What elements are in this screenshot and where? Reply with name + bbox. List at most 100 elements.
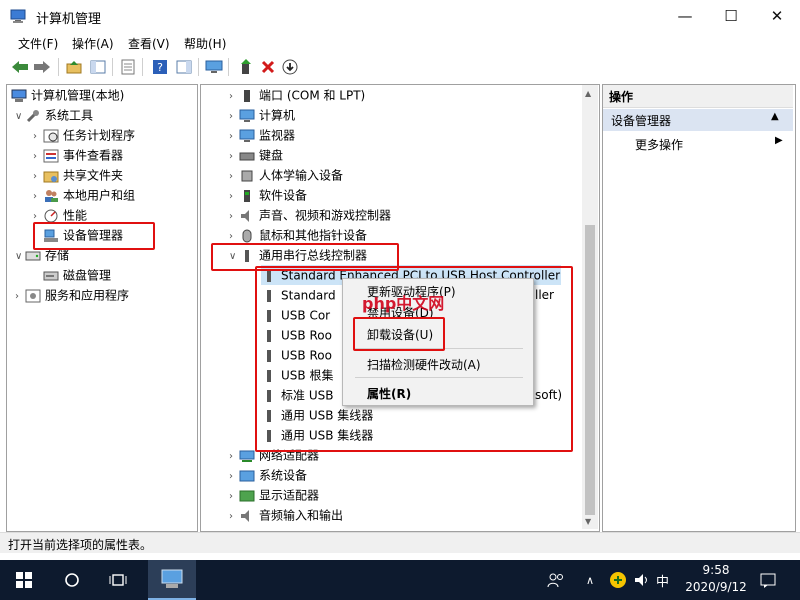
menu-action[interactable]: 操作(A) — [72, 35, 114, 52]
taskbar-app-computer-management[interactable] — [148, 560, 196, 600]
device-category-ports[interactable]: › 端口 (COM 和 LPT) — [229, 85, 365, 105]
usb-device-row[interactable]: USB Roo — [261, 345, 332, 365]
device-category-display[interactable]: › 显示适配器 — [229, 485, 319, 505]
tree-item-event-viewer[interactable]: › 事件查看器 — [33, 145, 123, 165]
scroll-down-icon[interactable]: ▼ — [585, 517, 591, 526]
up-folder-icon[interactable] — [64, 57, 84, 77]
device-category-system[interactable]: › 系统设备 — [229, 465, 307, 485]
uninstall-icon[interactable] — [258, 57, 278, 77]
action-center-icon[interactable] — [756, 568, 780, 592]
back-icon[interactable] — [10, 57, 30, 77]
scrollbar-thumb[interactable] — [585, 225, 595, 515]
collapsed-chevron-icon[interactable]: › — [229, 207, 239, 227]
device-label: 通用串行总线控制器 — [259, 248, 368, 263]
search-circle-icon[interactable] — [60, 568, 84, 592]
tree-item-storage[interactable]: ∨ 存储 — [15, 245, 69, 265]
minimize-button[interactable]: — — [662, 0, 708, 32]
vertical-scrollbar[interactable]: ▲ ▼ — [582, 85, 598, 529]
device-category-audio-io[interactable]: › 音频输入和输出 — [229, 505, 343, 525]
menu-properties[interactable]: 属性(R) — [367, 385, 411, 402]
device-category-mouse[interactable]: › 鼠标和其他指针设备 — [229, 225, 367, 245]
menu-scan-hardware[interactable]: 扫描检测硬件改动(A) — [367, 356, 481, 373]
show-hidden-icons-icon[interactable]: ∧ — [578, 568, 602, 592]
usb-device-row[interactable]: Standard — [261, 285, 336, 305]
tree-item-disk-management[interactable]: 磁盘管理 — [43, 265, 111, 285]
expanded-chevron-icon[interactable]: ∨ — [15, 247, 25, 267]
monitor-icon[interactable] — [204, 57, 224, 77]
close-button[interactable]: ✕ — [754, 0, 800, 32]
device-category-sound[interactable]: › 声音、视频和游戏控制器 — [229, 205, 391, 225]
device-category-keyboard[interactable]: › 键盘 — [229, 145, 283, 165]
collapsed-chevron-icon[interactable]: › — [229, 487, 239, 507]
collapsed-chevron-icon[interactable]: › — [229, 167, 239, 187]
collapsed-chevron-icon[interactable]: › — [229, 227, 239, 247]
tree-item-performance[interactable]: › 性能 — [33, 205, 87, 225]
device-category-software[interactable]: › 软件设备 — [229, 185, 307, 205]
tree-item-services[interactable]: › 服务和应用程序 — [15, 285, 129, 305]
expanded-chevron-icon[interactable]: ∨ — [15, 107, 25, 127]
collapse-up-icon[interactable]: ▲ — [771, 111, 779, 122]
actions-group-device-manager[interactable]: 设备管理器 ▲ — [603, 109, 793, 131]
collapsed-chevron-icon[interactable]: › — [229, 187, 239, 207]
collapsed-chevron-icon[interactable]: › — [229, 87, 239, 107]
collapsed-chevron-icon[interactable]: › — [229, 467, 239, 487]
collapsed-chevron-icon[interactable]: › — [229, 127, 239, 147]
forward-icon[interactable] — [32, 57, 52, 77]
tree-item-system-tools[interactable]: ∨ 系统工具 — [15, 105, 93, 125]
properties-icon[interactable] — [118, 57, 138, 77]
clock-time[interactable]: 9:58 — [686, 563, 746, 577]
tree-item-shared-folders[interactable]: › 共享文件夹 — [33, 165, 123, 185]
console-tree-pane: 计算机管理(本地) ∨ 系统工具 › 任务计划程序 › 事件查看器 › 共享文件夹 › 本… — [6, 84, 198, 532]
collapsed-chevron-icon[interactable]: › — [33, 147, 43, 167]
people-icon[interactable] — [544, 568, 568, 592]
tree-item-local-users[interactable]: › 本地用户和组 — [33, 185, 135, 205]
scroll-up-icon[interactable]: ▲ — [585, 89, 591, 98]
collapsed-chevron-icon[interactable]: › — [229, 447, 239, 467]
device-category-monitor[interactable]: › 监视器 — [229, 125, 295, 145]
download-icon[interactable] — [280, 57, 300, 77]
collapsed-chevron-icon[interactable]: › — [33, 207, 43, 227]
network-adapter-icon — [239, 450, 255, 462]
collapsed-chevron-icon[interactable]: › — [33, 127, 43, 147]
hid-icon — [241, 170, 253, 181]
ime-language[interactable]: 中 — [656, 571, 669, 590]
device-category-computer[interactable]: › 计算机 — [229, 105, 295, 125]
tree-item-device-manager[interactable]: 设备管理器 — [43, 225, 123, 245]
collapsed-chevron-icon[interactable]: › — [229, 107, 239, 127]
clock-date[interactable]: 2020/9/12 — [680, 580, 752, 594]
device-label: USB Roo — [281, 328, 332, 343]
device-category-network[interactable]: › 网络适配器 — [229, 445, 319, 465]
device-category-usb[interactable]: ∨ 通用串行总线控制器 — [229, 245, 367, 265]
windows-start-icon[interactable] — [12, 568, 36, 592]
collapsed-chevron-icon[interactable]: › — [15, 287, 25, 307]
usb-device-row[interactable]: USB Cor — [261, 305, 330, 325]
tree-item-root[interactable]: 计算机管理(本地) — [11, 85, 124, 105]
update-driver-icon[interactable] — [236, 57, 256, 77]
menu-help[interactable]: 帮助(H) — [184, 35, 226, 52]
action-pane-icon[interactable] — [174, 57, 194, 77]
help-icon[interactable]: ? — [150, 57, 170, 77]
usb-device-row[interactable]: 通用 USB 集线器 — [261, 405, 373, 425]
task-view-icon[interactable] — [106, 568, 130, 592]
tree-label: 存储 — [45, 248, 70, 263]
storage-icon — [25, 251, 41, 260]
volume-icon[interactable] — [630, 568, 654, 592]
device-category-hid[interactable]: › 人体学输入设备 — [229, 165, 343, 185]
ime-status-icon[interactable] — [606, 568, 630, 592]
usb-device-row[interactable]: USB 根集 — [261, 365, 333, 385]
show-hide-tree-icon[interactable] — [88, 57, 108, 77]
usb-device-row[interactable]: 标准 USB — [261, 385, 333, 405]
more-actions[interactable]: 更多操作 ▶ — [603, 133, 793, 155]
collapsed-chevron-icon[interactable]: › — [229, 507, 239, 527]
collapsed-chevron-icon[interactable]: › — [33, 167, 43, 187]
tree-item-task-scheduler[interactable]: › 任务计划程序 — [33, 125, 135, 145]
menu-uninstall-device[interactable]: 卸载设备(U) — [367, 326, 433, 343]
menu-view[interactable]: 查看(V) — [128, 35, 170, 52]
menu-file[interactable]: 文件(F) — [18, 35, 58, 52]
maximize-button[interactable]: ☐ — [708, 0, 754, 32]
expanded-chevron-icon[interactable]: ∨ — [229, 247, 239, 267]
collapsed-chevron-icon[interactable]: › — [33, 187, 43, 207]
usb-device-row[interactable]: USB Roo — [261, 325, 332, 345]
usb-device-row[interactable]: 通用 USB 集线器 — [261, 425, 373, 445]
collapsed-chevron-icon[interactable]: › — [229, 147, 239, 167]
